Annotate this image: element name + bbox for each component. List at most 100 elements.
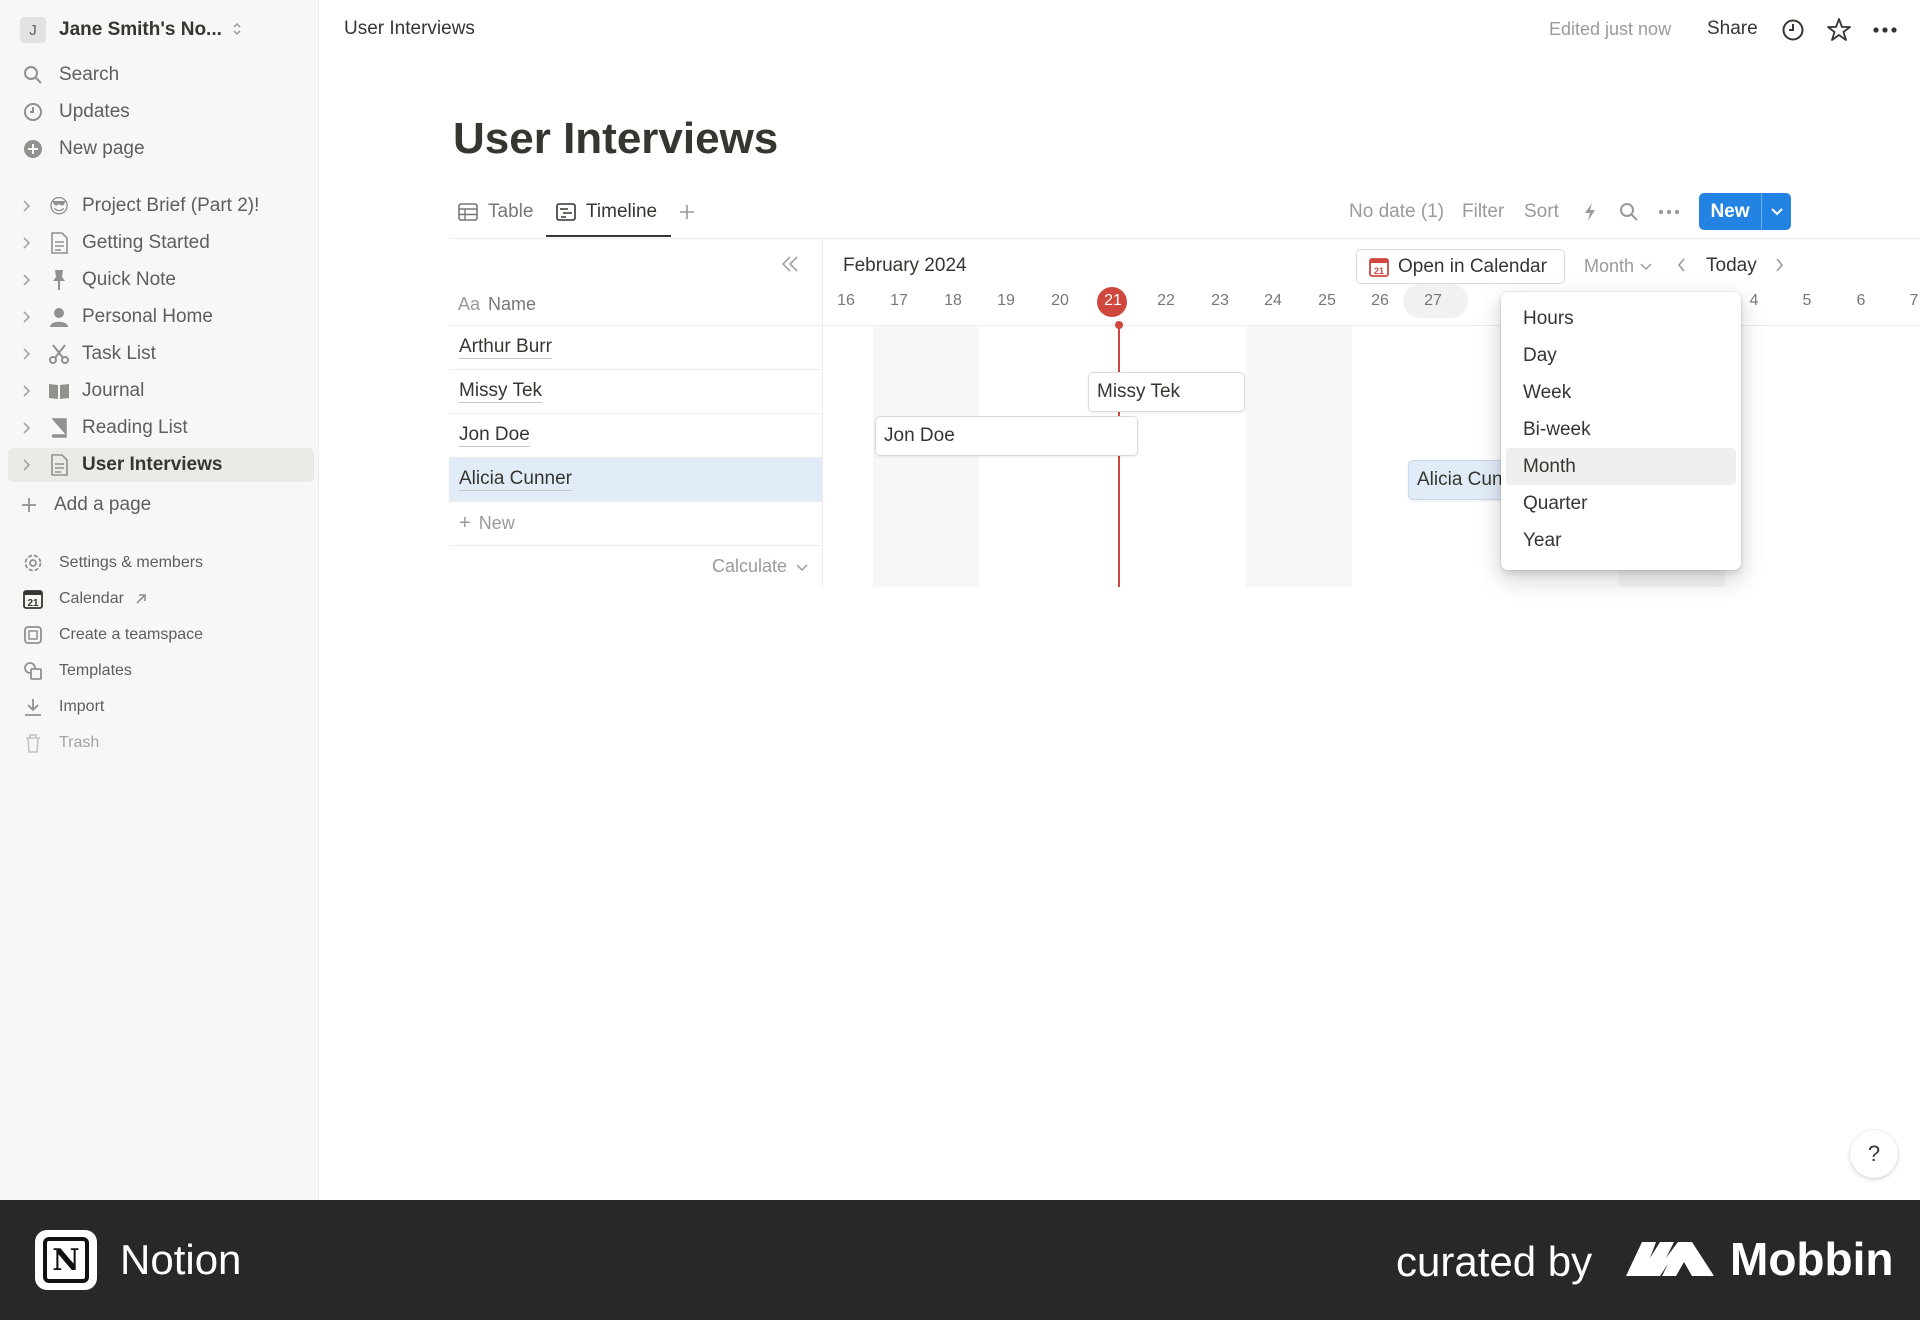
bar-label: Missy Tek: [1097, 381, 1181, 402]
today-button[interactable]: Today: [1706, 255, 1757, 277]
plus-circle-icon: [20, 139, 46, 159]
templates-label: Templates: [59, 662, 132, 679]
table-row[interactable]: Arthur Burr: [449, 326, 822, 370]
name-column-header[interactable]: Aa Name: [458, 294, 536, 315]
chevron-right-icon[interactable]: [8, 273, 44, 287]
tab-timeline[interactable]: Timeline: [556, 196, 657, 228]
scale-option-year[interactable]: Year: [1506, 522, 1736, 559]
sidebar-page-label: Task List: [82, 343, 156, 364]
add-page-button[interactable]: Add a page: [20, 490, 151, 520]
nav-updates[interactable]: Updates: [20, 97, 130, 127]
timeline-day-6: 6: [1856, 292, 1866, 309]
new-button-label: New: [1710, 200, 1750, 222]
calendar-link[interactable]: 21 Calendar: [20, 585, 148, 613]
book-icon: [44, 418, 74, 438]
timeline-bar[interactable]: Jon Doe: [875, 416, 1138, 456]
gear-icon: [20, 553, 46, 573]
share-button[interactable]: Share: [1707, 18, 1758, 40]
settings-members[interactable]: Settings & members: [20, 549, 203, 577]
create-teamspace[interactable]: Create a teamspace: [20, 621, 203, 649]
chevron-left-icon[interactable]: [1677, 256, 1687, 279]
sidebar-page-project-brief[interactable]: 😎 Project Brief (Part 2)!: [8, 189, 314, 223]
new-row-button[interactable]: + New: [449, 502, 822, 546]
sidebar-page-user-interviews[interactable]: User Interviews: [8, 448, 314, 482]
chevron-right-icon[interactable]: [8, 199, 44, 213]
calendar-icon: 21: [20, 589, 46, 609]
scale-option-week[interactable]: Week: [1506, 374, 1736, 411]
workspace-switcher[interactable]: J Jane Smith's No...: [20, 16, 242, 44]
timeline-day-26: 26: [1371, 292, 1389, 309]
svg-text:21: 21: [27, 598, 39, 609]
table-row[interactable]: Jon Doe: [449, 414, 822, 458]
chevron-right-icon[interactable]: [8, 347, 44, 361]
scale-option-bi-week[interactable]: Bi-week: [1506, 411, 1736, 448]
chevron-right-icon[interactable]: [8, 458, 44, 472]
timeline-day-27: 27: [1424, 292, 1442, 309]
sidebar-page-label: Quick Note: [82, 269, 176, 290]
trash[interactable]: Trash: [20, 729, 99, 757]
row-name: Jon Doe: [459, 424, 530, 447]
lightning-icon[interactable]: [1577, 199, 1603, 225]
calendar-icon: 21: [1369, 257, 1389, 277]
collapse-double-chevron-icon[interactable]: [780, 254, 800, 279]
scale-option-month[interactable]: Month: [1506, 448, 1736, 485]
more-icon[interactable]: [1871, 16, 1899, 44]
edited-status: Edited just now: [1549, 19, 1672, 39]
no-date-button[interactable]: No date (1): [1349, 201, 1444, 223]
plus-icon: [678, 203, 696, 221]
templates[interactable]: Templates: [20, 657, 132, 685]
table-row[interactable]: Missy Tek: [449, 370, 822, 414]
sidebar-page-quick-note[interactable]: Quick Note: [8, 263, 314, 297]
chevron-right-icon[interactable]: [8, 236, 44, 250]
topbar: User Interviews Edited just now Share: [320, 0, 1920, 60]
timeline-bar[interactable]: Missy Tek: [1088, 372, 1245, 412]
search-icon[interactable]: [1616, 199, 1642, 225]
scale-option-quarter[interactable]: Quarter: [1506, 485, 1736, 522]
calculate-label: Calculate: [712, 556, 788, 576]
person-icon: [44, 307, 74, 327]
chevron-right-icon[interactable]: [8, 310, 44, 324]
workspace-name: Jane Smith's No...: [59, 19, 222, 40]
nav-new-page-label: New page: [59, 138, 145, 159]
sidebar: J Jane Smith's No... Search Updates New …: [0, 0, 319, 1200]
chevron-down-icon[interactable]: [1762, 207, 1791, 217]
scale-select-label: Month: [1584, 256, 1635, 276]
weekend-shade: [1246, 326, 1352, 587]
scissors-icon: [44, 344, 74, 364]
sidebar-page-reading-list[interactable]: Reading List: [8, 411, 314, 445]
tab-table[interactable]: Table: [458, 196, 533, 228]
scale-option-day[interactable]: Day: [1506, 337, 1736, 374]
sidebar-page-journal[interactable]: Journal: [8, 374, 314, 408]
add-view-button[interactable]: [678, 196, 696, 228]
more-icon[interactable]: [1656, 199, 1682, 225]
table-row-selected[interactable]: Alicia Cunner: [449, 458, 822, 502]
timeline-month-label: February 2024: [843, 255, 967, 276]
calendar-label: Calendar: [59, 590, 124, 607]
sidebar-page-personal-home[interactable]: Personal Home: [8, 300, 314, 334]
filter-button[interactable]: Filter: [1462, 201, 1504, 223]
page-title[interactable]: User Interviews: [453, 114, 778, 164]
import[interactable]: Import: [20, 693, 104, 721]
breadcrumb[interactable]: User Interviews: [344, 18, 475, 40]
sidebar-page-task-list[interactable]: Task List: [8, 337, 314, 371]
new-button[interactable]: New: [1699, 193, 1791, 230]
history-icon[interactable]: [1779, 16, 1807, 44]
scale-select[interactable]: Month: [1584, 256, 1652, 277]
nav-search[interactable]: Search: [20, 60, 119, 90]
chevron-updown-icon: [232, 21, 242, 40]
weekend-shade: [873, 326, 979, 587]
calculate-button[interactable]: Calculate: [712, 556, 808, 577]
brand-name: Notion: [120, 1236, 242, 1283]
open-in-calendar-button[interactable]: 21 Open in Calendar: [1356, 249, 1565, 284]
row-name: Arthur Burr: [459, 336, 552, 359]
star-icon[interactable]: [1825, 16, 1853, 44]
sidebar-page-label: Personal Home: [82, 306, 213, 327]
nav-new-page[interactable]: New page: [20, 134, 145, 164]
chevron-right-icon[interactable]: [8, 384, 44, 398]
sort-button[interactable]: Sort: [1524, 201, 1559, 223]
chevron-right-icon[interactable]: [1774, 256, 1784, 279]
scale-option-hours[interactable]: Hours: [1506, 300, 1736, 337]
sidebar-page-getting-started[interactable]: Getting Started: [8, 226, 314, 260]
chevron-right-icon[interactable]: [8, 421, 44, 435]
help-button[interactable]: ?: [1850, 1130, 1898, 1178]
